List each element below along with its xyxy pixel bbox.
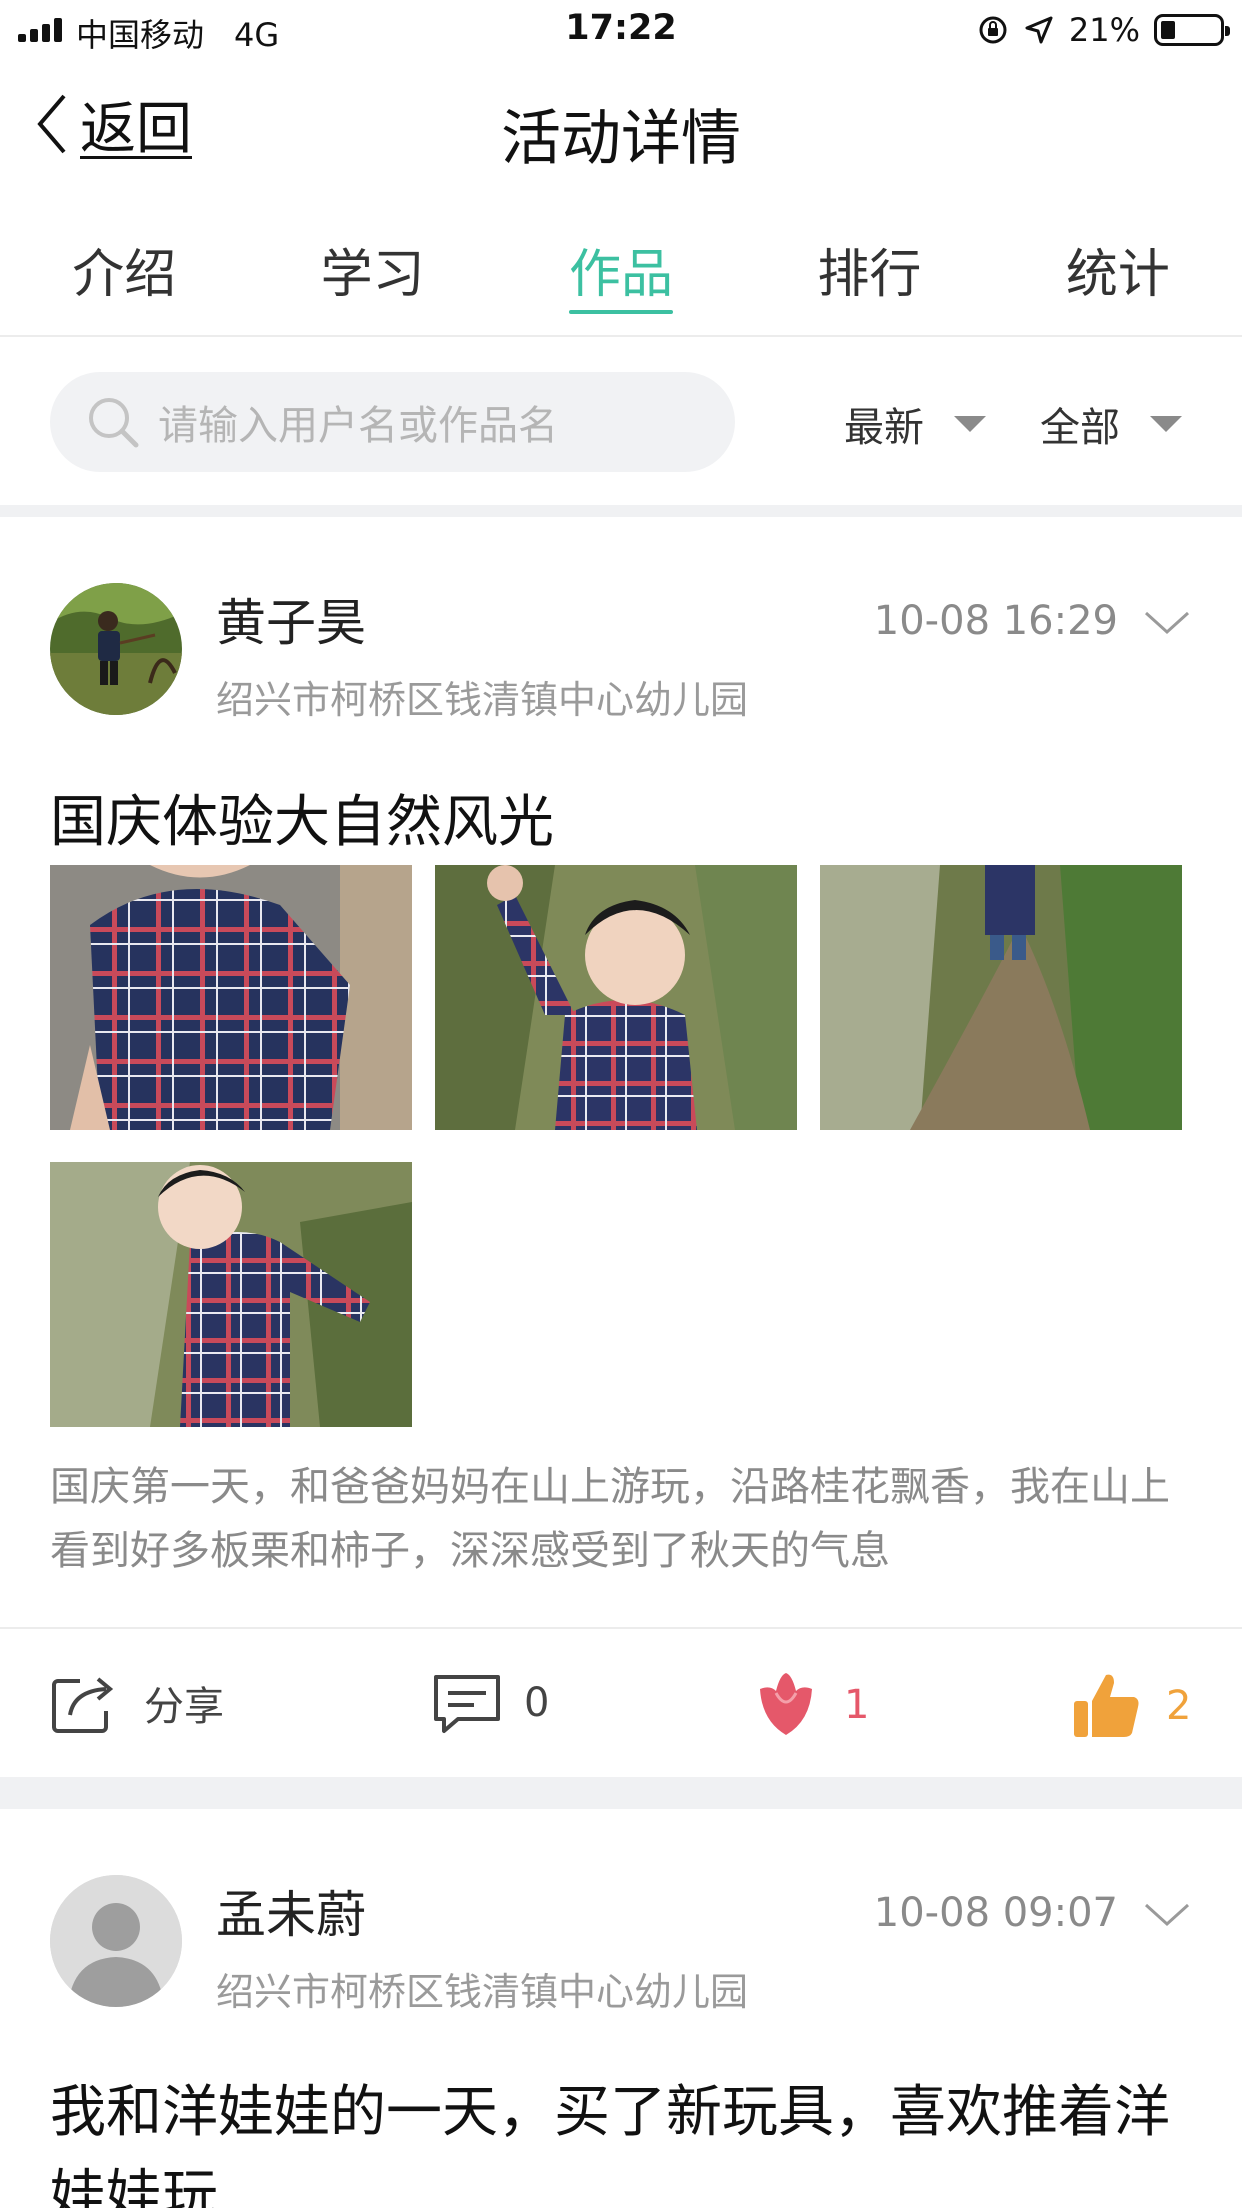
post-description: 国庆第一天，和爸爸妈妈在山上游玩，沿路桂花飘香，我在山上看到好多板栗和柿子，深深…: [50, 1464, 1170, 1574]
post-photo[interactable]: [435, 865, 797, 1130]
post-photo[interactable]: [50, 1162, 412, 1427]
caret-down-icon: [954, 416, 986, 432]
tab-study[interactable]: 学习: [248, 192, 496, 335]
rotation-lock-icon: [979, 16, 1007, 44]
chevron-down-icon[interactable]: [1142, 1900, 1192, 1930]
tab-works[interactable]: 作品: [497, 192, 745, 335]
post-title: 我和洋娃娃的一天，买了新玩具，喜欢推着洋娃娃玩: [50, 2080, 1170, 2208]
battery-percent: 21%: [1068, 11, 1140, 49]
tab-bar: 介绍 学习 作品 排行 统计: [0, 192, 1242, 337]
school-name: 绍兴市柯桥区钱清镇中心幼儿园: [216, 678, 749, 722]
search-row: 请输入用户名或作品名 最新 全部: [0, 337, 1242, 505]
post-time: 10-08 16:29: [873, 598, 1118, 644]
post-title: 国庆体验大自然风光: [50, 790, 554, 855]
caret-down-icon: [1150, 416, 1182, 432]
comment-count: 0: [524, 1680, 550, 1726]
section-divider: [0, 1777, 1242, 1809]
status-bar: 中国移动 4G 17:22 21%: [0, 0, 1242, 62]
search-icon: [89, 398, 139, 448]
sort-dropdown[interactable]: 最新: [844, 395, 986, 453]
location-arrow-icon: [1025, 16, 1053, 44]
share-button[interactable]: 分享: [50, 1671, 224, 1735]
search-input[interactable]: 请输入用户名或作品名: [50, 372, 735, 472]
tab-ranking[interactable]: 排行: [745, 192, 993, 335]
comment-icon: [434, 1675, 500, 1733]
flower-icon: [760, 1673, 812, 1735]
school-name: 绍兴市柯桥区钱清镇中心幼儿园: [216, 1970, 749, 2014]
post-time: 10-08 09:07: [873, 1890, 1118, 1936]
post-photo[interactable]: [50, 865, 412, 1130]
nav-bar: 返回 活动详情: [0, 62, 1242, 192]
post-card: 黄子昊 绍兴市柯桥区钱清镇中心幼儿园 10-08 16:29 国庆体验大自然风光: [0, 517, 1242, 1777]
back-button[interactable]: 返回: [34, 88, 192, 162]
flower-button[interactable]: 1: [752, 1671, 869, 1739]
comment-button[interactable]: 0: [430, 1671, 549, 1735]
search-placeholder: 请输入用户名或作品名: [158, 403, 558, 449]
author-name[interactable]: 黄子昊: [216, 583, 366, 655]
battery-icon: [1154, 14, 1230, 46]
back-label: 返回: [80, 96, 192, 162]
share-icon: [52, 1677, 114, 1733]
post-action-bar: 分享 0 1 2: [0, 1627, 1242, 1777]
post-card: 孟未蔚 绍兴市柯桥区钱清镇中心幼儿园 10-08 09:07 我和洋娃娃的一天，…: [0, 1809, 1242, 2208]
sort-label: 最新: [844, 405, 924, 451]
tab-intro[interactable]: 介绍: [0, 192, 248, 335]
filter-label: 全部: [1040, 405, 1120, 451]
flower-count: 1: [844, 1682, 870, 1728]
chevron-down-icon[interactable]: [1142, 608, 1192, 638]
like-count: 2: [1166, 1683, 1192, 1729]
chevron-left-icon: [37, 94, 66, 154]
post-photo[interactable]: [820, 865, 1182, 1130]
author-name[interactable]: 孟未蔚: [216, 1875, 366, 1947]
tab-statistics[interactable]: 统计: [994, 192, 1242, 335]
avatar[interactable]: [50, 583, 182, 715]
filter-dropdown[interactable]: 全部: [1040, 395, 1182, 453]
section-divider: [0, 505, 1242, 517]
thumbs-up-icon: [1074, 1674, 1139, 1737]
share-label: 分享: [144, 1684, 224, 1730]
avatar[interactable]: [50, 1875, 182, 2007]
like-button[interactable]: 2: [1072, 1671, 1191, 1741]
